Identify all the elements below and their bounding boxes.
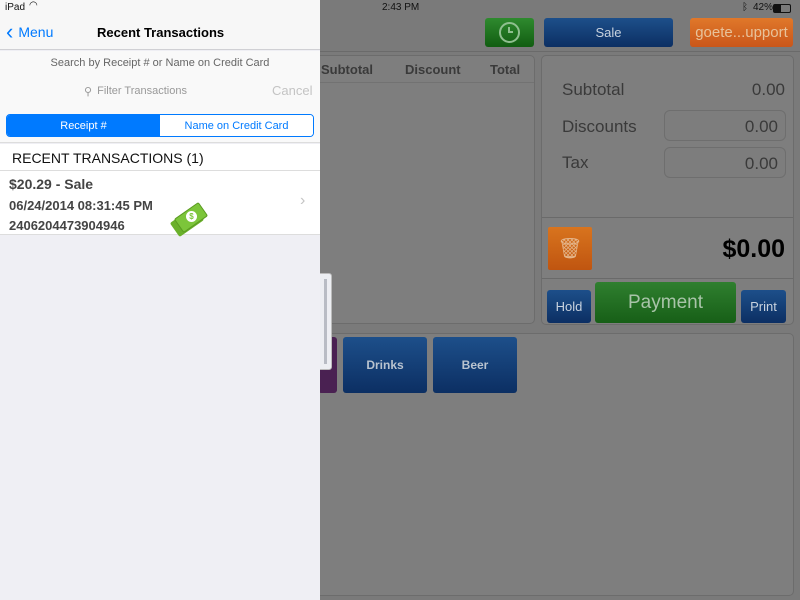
filter-input[interactable]: ⚲ Filter Transactions xyxy=(8,80,263,102)
clock-time: 2:43 PM xyxy=(382,2,420,13)
support-button[interactable]: goete...upport xyxy=(690,18,793,47)
subtotal-value: 0.00 xyxy=(751,80,785,99)
clock-icon xyxy=(499,22,520,43)
hold-button[interactable]: Hold xyxy=(547,290,591,323)
segment-receipt[interactable]: Receipt # xyxy=(7,115,160,136)
sale-button[interactable]: Sale xyxy=(544,18,673,47)
divider xyxy=(320,51,800,52)
search-icon: ⚲ xyxy=(84,85,93,98)
tax-field[interactable]: 0.00 xyxy=(664,147,786,178)
chevron-left-icon: ‹ xyxy=(6,19,14,44)
segmented-control: Receipt # Name on Credit Card xyxy=(6,114,314,137)
tax-label: Tax xyxy=(562,153,589,172)
recent-transactions-panel: iPad ◠ ‹ Menu Recent Transactions Search… xyxy=(0,0,320,600)
chevron-right-icon: › xyxy=(300,192,306,209)
category-beer[interactable]: Beer xyxy=(433,337,517,393)
transaction-receipt: 2406204473904946 xyxy=(9,218,125,233)
header-discount: Discount xyxy=(405,62,461,77)
section-header: RECENT TRANSACTIONS (1) xyxy=(12,150,204,166)
battery-icon xyxy=(773,4,791,13)
category-drinks[interactable]: Drinks xyxy=(343,337,427,393)
transaction-row[interactable]: $20.29 - Sale 06/24/2014 08:31:45 PM 240… xyxy=(0,171,320,238)
drag-handle[interactable] xyxy=(318,273,332,370)
discounts-label: Discounts xyxy=(562,117,637,136)
header-subtotal: Subtotal xyxy=(321,62,373,77)
bluetooth-icon: ᛒ xyxy=(742,2,748,13)
print-button[interactable]: Print xyxy=(741,290,786,323)
wifi-icon: ◠ xyxy=(29,0,38,11)
page-title: Recent Transactions xyxy=(97,25,225,40)
total-amount: $0.00 xyxy=(722,235,785,263)
nav-bar: iPad ◠ ‹ Menu Recent Transactions xyxy=(0,0,320,50)
trash-icon: 🗑 xyxy=(557,238,583,260)
transaction-title: $20.29 - Sale xyxy=(9,176,94,192)
cancel-button[interactable]: Cancel xyxy=(272,83,312,98)
header-total: Total xyxy=(490,62,521,77)
discounts-field[interactable]: 0.00 xyxy=(664,110,786,141)
clock-button[interactable] xyxy=(485,18,534,47)
search-hint: Search by Receipt # or Name on Credit Ca… xyxy=(50,57,270,69)
clear-cart-button[interactable]: 🗑 xyxy=(548,227,592,270)
payment-button[interactable]: Payment xyxy=(595,282,736,323)
back-button[interactable]: ‹ Menu xyxy=(6,19,53,44)
subtotal-label: Subtotal xyxy=(562,80,625,99)
battery-percent: 42% xyxy=(753,2,774,13)
segment-credit-card-name[interactable]: Name on Credit Card xyxy=(160,115,313,136)
cart-panel: Subtotal Discount Total xyxy=(300,55,535,324)
transaction-datetime: 06/24/2014 08:31:45 PM xyxy=(9,198,153,213)
